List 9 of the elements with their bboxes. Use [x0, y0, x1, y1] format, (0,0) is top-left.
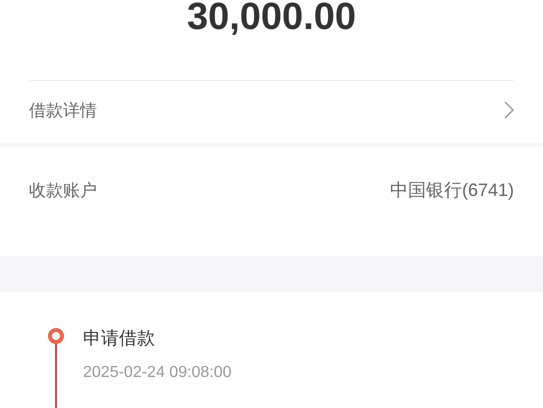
- timeline-dot-icon: [48, 328, 64, 344]
- step-time: 2025-02-24 09:08:00: [83, 364, 232, 382]
- loan-amount: 30,000.00: [186, 0, 356, 34]
- timeline-line: [55, 344, 57, 408]
- account-label: 收款账户: [29, 180, 97, 202]
- detail-row[interactable]: 借款详情: [29, 81, 514, 139]
- step-title: 申请借款: [83, 328, 156, 350]
- chevron-right-icon: [504, 101, 514, 119]
- account-value: 中国银行(6741): [390, 179, 514, 202]
